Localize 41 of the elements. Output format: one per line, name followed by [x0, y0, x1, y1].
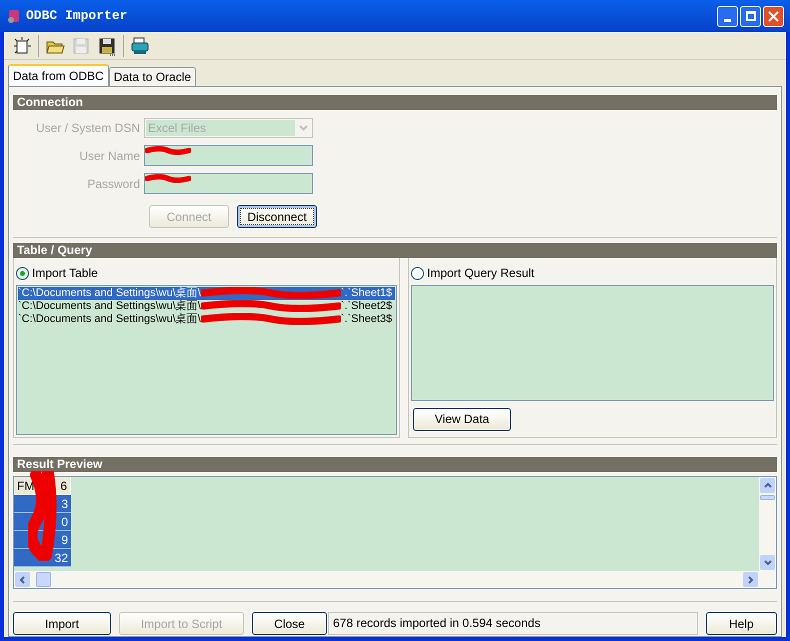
app-icon: [6, 8, 22, 24]
close-icon: [768, 10, 779, 22]
redaction-scribble: [145, 146, 191, 155]
radio-option[interactable]: Import Table: [16, 264, 397, 282]
scroll-thumb[interactable]: [36, 572, 51, 587]
chevron-down-icon: [298, 125, 308, 131]
section-header: Result Preview: [13, 457, 777, 472]
close-button[interactable]: [763, 6, 784, 26]
status-text: 678 records imported in 0.594 seconds: [328, 612, 698, 635]
action-button[interactable]: Disconnect: [237, 205, 317, 228]
table-list-item[interactable]: `C:\Documents and Settings\wu\桌面\ `.`Sheet3$: [18, 313, 395, 326]
action-button[interactable]: Help: [706, 612, 777, 635]
tab[interactable]: Data to Oracle: [108, 67, 196, 86]
maximize-button[interactable]: [740, 6, 761, 26]
scroll-up-icon[interactable]: [764, 482, 772, 489]
dsn-label: User / System DSN: [34, 120, 141, 137]
field-label: Password: [86, 176, 141, 192]
scroll-left-icon[interactable]: [19, 576, 26, 584]
redaction-scribble: [145, 174, 191, 183]
input-field[interactable]: [144, 145, 313, 166]
radio-option[interactable]: Import Query Result: [411, 264, 774, 282]
window-title: ODBC Importer: [26, 7, 128, 26]
scroll-thumb[interactable]: [760, 495, 775, 500]
table-list-item[interactable]: `C:\Documents and Settings\wu\桌面\ `.`Sheet2$: [18, 300, 395, 313]
action-button[interactable]: View Data: [413, 408, 511, 430]
query-text-area[interactable]: [411, 285, 774, 401]
action-button[interactable]: Import: [13, 612, 111, 635]
minimize-button[interactable]: [717, 6, 738, 26]
printer-icon[interactable]: [130, 36, 150, 56]
table-list-item[interactable]: `C:\Documents and Settings\wu\桌面\ `.`Sheet1$: [18, 287, 395, 300]
tab[interactable]: Data from ODBC: [8, 64, 109, 86]
new-document-icon[interactable]: [12, 36, 32, 56]
scroll-right-icon[interactable]: [747, 576, 754, 584]
scroll-down-icon[interactable]: [764, 559, 772, 566]
action-button[interactable]: Close: [252, 612, 327, 635]
section-header: Table / Query: [13, 243, 777, 258]
horizontal-scrollbar[interactable]: [14, 571, 759, 588]
vertical-scrollbar[interactable]: [759, 477, 776, 588]
section-header: Connection: [13, 95, 777, 110]
input-field[interactable]: [144, 173, 313, 194]
field-label: User Name: [78, 148, 141, 164]
